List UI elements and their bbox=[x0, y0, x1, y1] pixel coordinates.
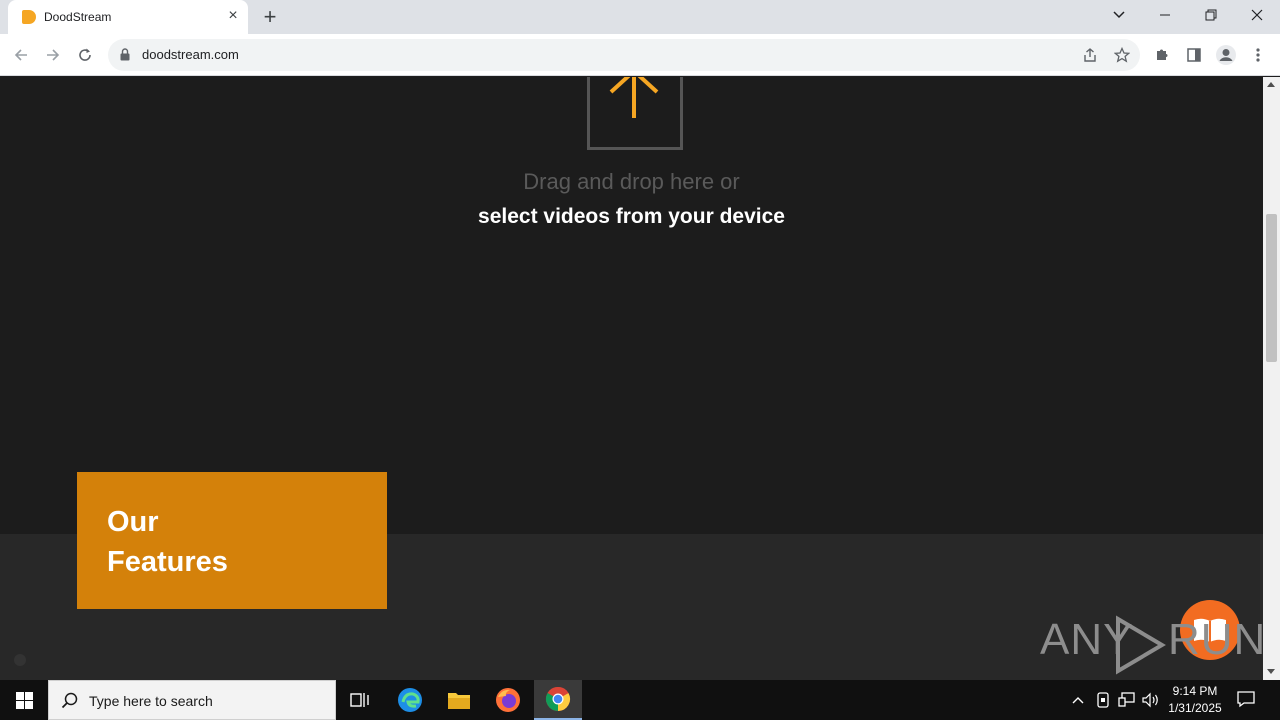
chevron-down-icon bbox=[1113, 11, 1125, 19]
avatar-icon bbox=[1216, 45, 1236, 65]
network-icon bbox=[1118, 692, 1135, 707]
profile-button[interactable] bbox=[1215, 44, 1237, 66]
extensions-button[interactable] bbox=[1151, 44, 1173, 66]
tab-title: DoodStream bbox=[44, 10, 112, 24]
tray-device-button[interactable] bbox=[1093, 690, 1113, 710]
tab-close-button[interactable]: × bbox=[224, 7, 242, 25]
tab-doodstream[interactable]: DoodStream × bbox=[8, 0, 248, 34]
scroll-down-arrow-icon[interactable] bbox=[1267, 669, 1275, 674]
edge-icon bbox=[398, 688, 422, 712]
start-button[interactable] bbox=[0, 680, 48, 720]
device-icon bbox=[1097, 692, 1109, 708]
minimize-button[interactable] bbox=[1142, 0, 1188, 30]
search-icon bbox=[61, 692, 78, 709]
scroll-up-arrow-icon[interactable] bbox=[1267, 82, 1275, 87]
taskbar-clock[interactable]: 9:14 PM 1/31/2025 bbox=[1162, 683, 1228, 717]
tab-strip: DoodStream × + bbox=[0, 0, 1280, 34]
notification-icon bbox=[1237, 691, 1255, 708]
kebab-menu-icon bbox=[1256, 48, 1260, 62]
edge-taskbar-button[interactable] bbox=[386, 680, 434, 720]
address-bar[interactable]: doodstream.com bbox=[108, 39, 1140, 71]
play-logo-icon bbox=[1116, 615, 1166, 675]
select-videos-link[interactable]: select videos from your device bbox=[0, 205, 1263, 229]
anyrun-watermark: ANY RUN bbox=[1040, 600, 1263, 675]
restore-icon bbox=[1205, 9, 1217, 21]
decorative-dot bbox=[14, 654, 26, 666]
chevron-up-icon bbox=[1072, 697, 1084, 704]
back-button[interactable] bbox=[8, 42, 34, 68]
arrow-right-icon bbox=[47, 49, 60, 61]
clock-time: 9:14 PM bbox=[1172, 684, 1218, 698]
file-explorer-taskbar-button[interactable] bbox=[435, 680, 483, 720]
lock-icon bbox=[120, 48, 130, 61]
features-line-1: Our bbox=[107, 506, 159, 538]
volume-icon bbox=[1142, 692, 1158, 708]
firefox-taskbar-button[interactable] bbox=[484, 680, 532, 720]
clock-date: 1/31/2025 bbox=[1168, 701, 1222, 715]
share-icon bbox=[1084, 48, 1096, 62]
forward-button[interactable] bbox=[40, 42, 66, 68]
drag-drop-text: Drag and drop here or bbox=[523, 169, 740, 194]
chrome-icon bbox=[545, 687, 571, 711]
page-content: Drag and drop here or select videos from… bbox=[0, 77, 1263, 680]
folder-icon bbox=[448, 693, 470, 709]
bookmark-button[interactable] bbox=[1112, 45, 1132, 65]
reload-button[interactable] bbox=[72, 42, 98, 68]
page-scrollbar[interactable] bbox=[1263, 77, 1280, 680]
close-window-button[interactable] bbox=[1234, 0, 1280, 30]
upload-dropzone[interactable] bbox=[587, 77, 683, 150]
firefox-icon bbox=[496, 688, 520, 712]
restore-button[interactable] bbox=[1188, 0, 1234, 30]
browser-toolbar: doodstream.com bbox=[0, 34, 1280, 76]
url-text[interactable]: doodstream.com bbox=[142, 47, 239, 62]
upload-arrow-icon bbox=[609, 77, 659, 118]
task-view-icon bbox=[350, 693, 369, 707]
tray-overflow-button[interactable] bbox=[1068, 690, 1088, 710]
puzzle-icon bbox=[1157, 49, 1168, 60]
side-panel-button[interactable] bbox=[1183, 44, 1205, 66]
windows-logo-icon bbox=[15, 691, 33, 709]
taskbar-search-box[interactable]: Type here to search bbox=[48, 680, 336, 720]
windows-taskbar: Type here to search 9:14 PM 1/31/2025 bbox=[0, 680, 1280, 720]
doodstream-favicon-icon bbox=[22, 10, 36, 24]
watermark-run: RUN bbox=[1168, 615, 1263, 664]
our-features-heading: Our Features bbox=[77, 472, 387, 609]
tab-search-button[interactable] bbox=[1096, 0, 1142, 30]
close-icon bbox=[1251, 9, 1263, 21]
search-placeholder: Type here to search bbox=[89, 693, 213, 709]
minimize-icon bbox=[1160, 14, 1170, 16]
reload-icon bbox=[79, 48, 91, 61]
menu-button[interactable] bbox=[1247, 44, 1269, 66]
task-view-button[interactable] bbox=[336, 680, 384, 720]
tray-network-button[interactable] bbox=[1117, 690, 1137, 710]
tray-volume-button[interactable] bbox=[1141, 690, 1161, 710]
notification-center-button[interactable] bbox=[1236, 690, 1258, 710]
share-button[interactable] bbox=[1080, 45, 1100, 65]
new-tab-button[interactable]: + bbox=[258, 5, 282, 29]
chrome-taskbar-button[interactable] bbox=[534, 680, 582, 720]
arrow-left-icon bbox=[14, 49, 27, 61]
side-panel-icon bbox=[1187, 48, 1201, 62]
features-line-2: Features bbox=[107, 546, 228, 578]
star-icon bbox=[1114, 47, 1130, 63]
scrollbar-thumb[interactable] bbox=[1266, 214, 1277, 362]
